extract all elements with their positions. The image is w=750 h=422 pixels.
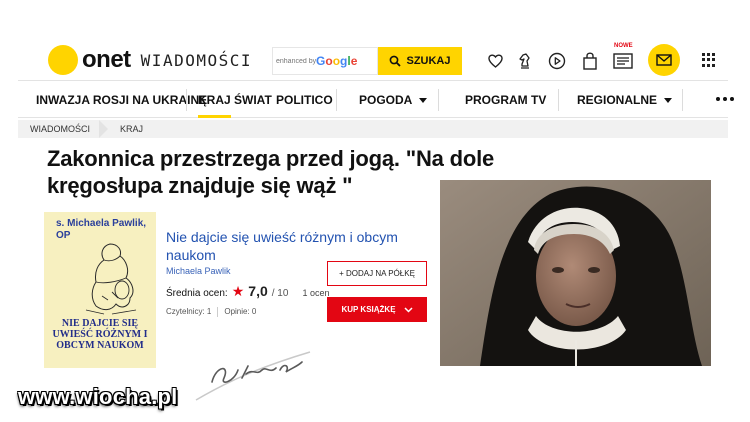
search-box[interactable]: Google bbox=[272, 47, 378, 75]
search-button[interactable]: SZUKAJ bbox=[378, 47, 462, 75]
onet-logo[interactable]: onet WIADOMOŚCI bbox=[48, 45, 252, 75]
cover-author: s. Michaela Pawlik, OP bbox=[56, 218, 147, 241]
buy-book-label: KUP KSIĄŻKĘ bbox=[341, 305, 396, 314]
readers-count: Czytelnicy: 1 bbox=[166, 307, 212, 316]
nav-item-swiat[interactable]: ŚWIAT bbox=[234, 93, 272, 107]
chess-knight-icon[interactable] bbox=[515, 51, 535, 71]
breadcrumb-kraj[interactable]: KRAJ bbox=[108, 120, 155, 138]
rating-value: 7,0 bbox=[248, 283, 268, 299]
apps-grid-icon[interactable] bbox=[702, 53, 716, 67]
search-input[interactable] bbox=[276, 57, 316, 65]
search-icon bbox=[390, 55, 402, 67]
rating-label: Średnia ocen: bbox=[166, 288, 228, 299]
more-dots-icon[interactable] bbox=[716, 97, 734, 101]
nav-divider bbox=[682, 89, 683, 111]
star-icon: ★ bbox=[231, 283, 245, 299]
search-button-label: SZUKAJ bbox=[406, 55, 451, 67]
heart-icon[interactable] bbox=[485, 51, 505, 71]
google-logo: Google bbox=[316, 54, 358, 68]
cover-illustration bbox=[85, 243, 137, 315]
nav-divider bbox=[336, 89, 337, 111]
signature-watermark bbox=[194, 349, 311, 403]
chevron-down-icon bbox=[404, 306, 413, 313]
new-badge: NOWE bbox=[614, 43, 633, 49]
rating-count: 1 ocen bbox=[302, 288, 330, 298]
logo-text: onet bbox=[82, 46, 131, 73]
newspaper-icon[interactable] bbox=[613, 51, 633, 71]
rating-row: Średnia ocen: ★ 7,0 / 10 1 ocen bbox=[166, 283, 329, 300]
opinions-count: Opinie: 0 bbox=[224, 307, 257, 316]
book-author-link[interactable]: Michaela Pawlik bbox=[166, 266, 231, 276]
nav-divider bbox=[186, 89, 187, 111]
nav-divider bbox=[558, 89, 559, 111]
nav-item-pogoda-label: POGODA bbox=[359, 93, 413, 107]
book-stats: Czytelnicy: 1 Opinie: 0 bbox=[166, 307, 256, 317]
chevron-down-icon bbox=[419, 98, 428, 104]
nav-item-pogoda[interactable]: POGODA bbox=[359, 93, 428, 107]
book-cover[interactable]: s. Michaela Pawlik, OP NIE DAJCIE SIĘ UW… bbox=[44, 212, 156, 368]
nav-item-kraj[interactable]: KRAJ bbox=[198, 93, 231, 118]
add-to-shelf-button[interactable]: + DODAJ NA PÓŁKĘ bbox=[327, 261, 427, 286]
nav-item-program-tv[interactable]: PROGRAM TV bbox=[465, 93, 546, 107]
buy-book-button[interactable]: KUP KSIĄŻKĘ bbox=[327, 297, 427, 322]
nun-portrait-image bbox=[440, 180, 711, 366]
nav-divider bbox=[438, 89, 439, 111]
cover-title: NIE DAJCIE SIĘ UWIEŚĆ RÓŻNYM I OBCYM NAU… bbox=[52, 318, 148, 351]
nav-item-politico[interactable]: POLITICO bbox=[276, 93, 333, 107]
nav-item-regionalne[interactable]: REGIONALNE bbox=[577, 93, 673, 107]
section-name: WIADOMOŚCI bbox=[140, 50, 252, 70]
breadcrumb: WIADOMOŚCI KRAJ bbox=[18, 120, 728, 138]
shopping-bag-icon[interactable] bbox=[580, 51, 600, 71]
play-icon[interactable] bbox=[547, 51, 567, 71]
mail-button[interactable] bbox=[648, 44, 680, 76]
breadcrumb-wiadomosci[interactable]: WIADOMOŚCI bbox=[18, 120, 108, 138]
book-title-link[interactable]: Nie dajcie się uwieść różnym i obcym nau… bbox=[166, 228, 406, 264]
logo-dot-icon bbox=[48, 45, 78, 75]
main-nav: INWAZJA ROSJI NA UKRAINĘ KRAJ ŚWIAT POLI… bbox=[18, 80, 734, 118]
chevron-down-icon bbox=[664, 98, 673, 104]
nun-photo bbox=[440, 180, 711, 366]
mail-icon bbox=[656, 54, 672, 66]
nav-item-ukraine[interactable]: INWAZJA ROSJI NA UKRAINĘ bbox=[36, 93, 207, 107]
rating-scale: / 10 bbox=[271, 288, 289, 299]
stats-divider bbox=[217, 307, 219, 317]
nav-item-regionalne-label: REGIONALNE bbox=[577, 93, 658, 107]
top-header: onet WIADOMOŚCI Google SZUKAJ NOWE bbox=[0, 0, 750, 80]
site-watermark: www.wiocha.pl bbox=[18, 384, 178, 409]
